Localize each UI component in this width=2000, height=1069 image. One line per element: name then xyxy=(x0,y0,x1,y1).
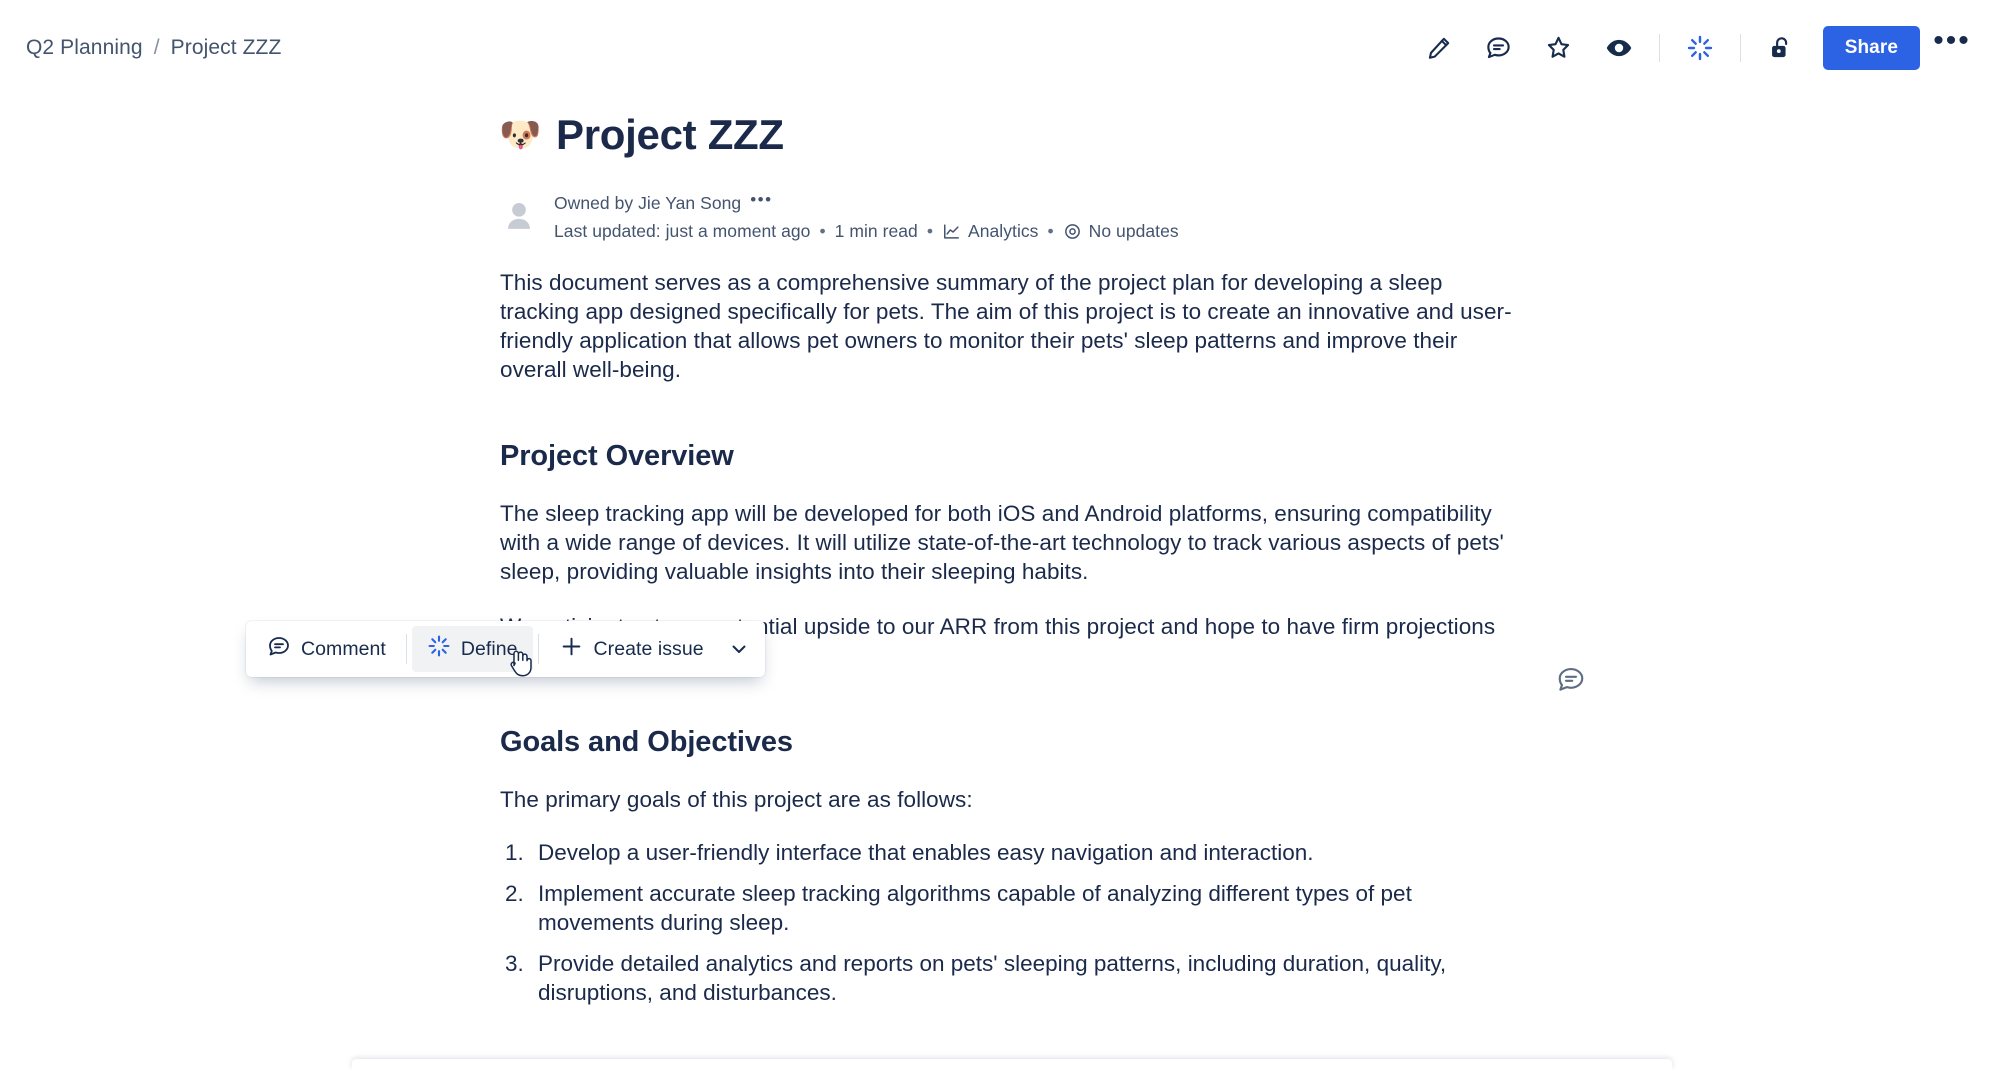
create-issue-button[interactable]: Create issue xyxy=(544,626,719,672)
meta-separator: • xyxy=(1047,221,1054,241)
page-title: 🐶 Project ZZZ xyxy=(499,111,1520,159)
comment-icon[interactable] xyxy=(1476,25,1522,71)
chevron-down-icon[interactable] xyxy=(719,626,759,672)
metadata-line: Last updated: just a moment ago • 1 min … xyxy=(554,221,1179,242)
toolbar-actions: Share ••• xyxy=(1409,25,1974,71)
goals-list: Develop a user-friendly interface that e… xyxy=(500,838,1520,1007)
toolbar-divider xyxy=(1658,33,1660,62)
comment-button-label: Comment xyxy=(301,637,386,660)
breadcrumb-item-page[interactable]: Project ZZZ xyxy=(171,36,282,60)
toolbar-divider xyxy=(1739,33,1741,62)
list-item: Develop a user-friendly interface that e… xyxy=(530,838,1520,867)
page-title-text: Project ZZZ xyxy=(556,111,784,158)
breadcrumb-item-space[interactable]: Q2 Planning xyxy=(26,36,143,60)
ai-sparkle-icon xyxy=(427,634,451,664)
updates-target-icon xyxy=(1063,222,1082,241)
breadcrumb: Q2 Planning / Project ZZZ xyxy=(26,36,281,60)
ai-sparkle-icon[interactable] xyxy=(1677,25,1723,71)
breadcrumb-separator: / xyxy=(153,35,160,59)
dog-emoji-icon[interactable]: 🐶 xyxy=(499,118,541,152)
create-issue-label: Create issue xyxy=(593,637,704,660)
meta-separator: • xyxy=(926,221,933,241)
document-content: 🐶 Project ZZZ Owned by Jie Yan Song ••• … xyxy=(0,95,2000,1007)
comment-button[interactable]: Comment xyxy=(252,626,401,672)
updates-status: No updates xyxy=(1088,221,1179,241)
owner-line: Owned by Jie Yan Song ••• xyxy=(554,191,1179,214)
toolbar-divider xyxy=(405,634,407,664)
last-updated-text: Last updated: just a moment ago xyxy=(554,221,811,241)
section-heading-goals: Goals and Objectives xyxy=(500,726,793,759)
watch-eye-icon[interactable] xyxy=(1596,25,1642,71)
owner-text: Owned by Jie Yan Song xyxy=(554,193,742,213)
meta-separator: • xyxy=(819,221,826,241)
avatar[interactable] xyxy=(500,197,538,235)
selection-toolbar: Comment Define Create issue xyxy=(246,621,765,677)
edit-pencil-icon[interactable] xyxy=(1416,25,1462,71)
analytics-chart-icon xyxy=(942,222,961,241)
section-heading-overview: Project Overview xyxy=(500,440,734,473)
owner-more-icon[interactable]: ••• xyxy=(750,191,772,211)
more-options-icon[interactable]: ••• xyxy=(1930,25,1974,70)
define-button-label: Define xyxy=(460,637,518,660)
star-icon[interactable] xyxy=(1536,25,1582,71)
top-toolbar: Q2 Planning / Project ZZZ Share ••• xyxy=(0,0,2000,95)
list-item: Implement accurate sleep tracking algori… xyxy=(530,879,1520,937)
intro-paragraph: This document serves as a comprehensive … xyxy=(500,270,1512,383)
margin-comment-icon[interactable] xyxy=(1547,655,1595,703)
read-time-text: 1 min read xyxy=(834,221,918,241)
define-button[interactable]: Define xyxy=(411,626,533,672)
share-button[interactable]: Share xyxy=(1822,25,1920,70)
page-byline: Owned by Jie Yan Song ••• Last updated: … xyxy=(500,191,1520,242)
page-bottom-edge xyxy=(352,1059,1672,1069)
toolbar-divider xyxy=(537,634,539,664)
list-item: Provide detailed analytics and reports o… xyxy=(530,949,1520,1007)
goals-lead-paragraph: The primary goals of this project are as… xyxy=(500,787,973,813)
plus-icon xyxy=(559,634,584,665)
confluence-page: Q2 Planning / Project ZZZ Share ••• 🐶 Pr… xyxy=(0,0,2000,1069)
comment-icon xyxy=(267,634,291,664)
unlock-icon[interactable] xyxy=(1758,25,1804,71)
analytics-link[interactable]: Analytics xyxy=(968,221,1038,242)
overview-paragraph: The sleep tracking app will be developed… xyxy=(500,501,1504,585)
